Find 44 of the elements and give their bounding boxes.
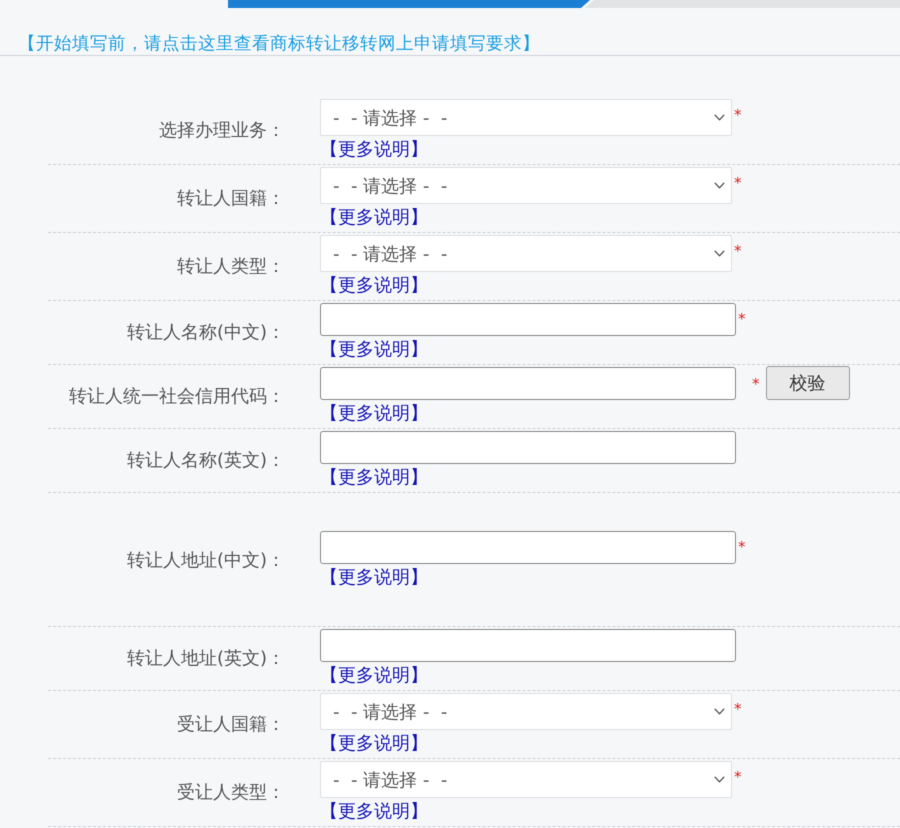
select-dropdown[interactable]: - - 请选择 - -: [320, 761, 732, 798]
required-asterisk: *: [738, 312, 746, 327]
more-info-link[interactable]: 【更多说明】: [320, 275, 428, 296]
required-asterisk: *: [734, 244, 742, 259]
field-label: 转让人地址(中文)：: [126, 548, 285, 572]
text-input-field[interactable]: [320, 367, 736, 400]
text-input-field[interactable]: [320, 531, 736, 564]
field-label: 转让人名称(中文)：: [126, 320, 285, 344]
field-label: 转让人类型：: [177, 254, 285, 278]
select-dropdown[interactable]: - - 请选择 - -: [320, 99, 732, 136]
more-info-link[interactable]: 【更多说明】: [320, 403, 428, 424]
chevron-down-icon: [714, 114, 725, 121]
field-label: 转让人国籍：: [177, 186, 285, 210]
more-info-link[interactable]: 【更多说明】: [320, 567, 428, 588]
required-asterisk: *: [738, 540, 746, 555]
field-label: 选择办理业务：: [159, 118, 285, 142]
required-asterisk: *: [734, 770, 742, 785]
required-asterisk: *: [734, 702, 742, 717]
text-input-field[interactable]: [320, 303, 736, 336]
more-info-link[interactable]: 【更多说明】: [320, 339, 428, 360]
more-info-link[interactable]: 【更多说明】: [320, 139, 428, 160]
required-asterisk: *: [734, 108, 742, 123]
required-asterisk: *: [752, 377, 760, 392]
text-input-field[interactable]: [320, 431, 736, 464]
text-input-field[interactable]: [320, 629, 736, 662]
field-label: 受让人国籍：: [177, 712, 285, 736]
more-info-link[interactable]: 【更多说明】: [320, 467, 428, 488]
more-info-link[interactable]: 【更多说明】: [320, 207, 428, 228]
more-info-link[interactable]: 【更多说明】: [320, 665, 428, 686]
more-info-link[interactable]: 【更多说明】: [320, 801, 428, 822]
required-asterisk: *: [734, 176, 742, 191]
verify-button[interactable]: 校验: [766, 366, 850, 400]
chevron-down-icon: [714, 250, 725, 257]
chevron-down-icon: [714, 182, 725, 189]
field-label: 转让人名称(英文)：: [126, 448, 285, 472]
field-label: 受让人类型：: [177, 780, 285, 804]
field-label: 转让人地址(英文)：: [126, 646, 285, 670]
chevron-down-icon: [714, 708, 725, 715]
select-dropdown[interactable]: - - 请选择 - -: [320, 167, 732, 204]
field-label: 转让人统一社会信用代码：: [69, 384, 285, 408]
select-dropdown[interactable]: - - 请选择 - -: [320, 693, 732, 730]
chevron-down-icon: [714, 776, 725, 783]
more-info-link[interactable]: 【更多说明】: [320, 733, 428, 754]
select-dropdown[interactable]: - - 请选择 - -: [320, 235, 732, 272]
